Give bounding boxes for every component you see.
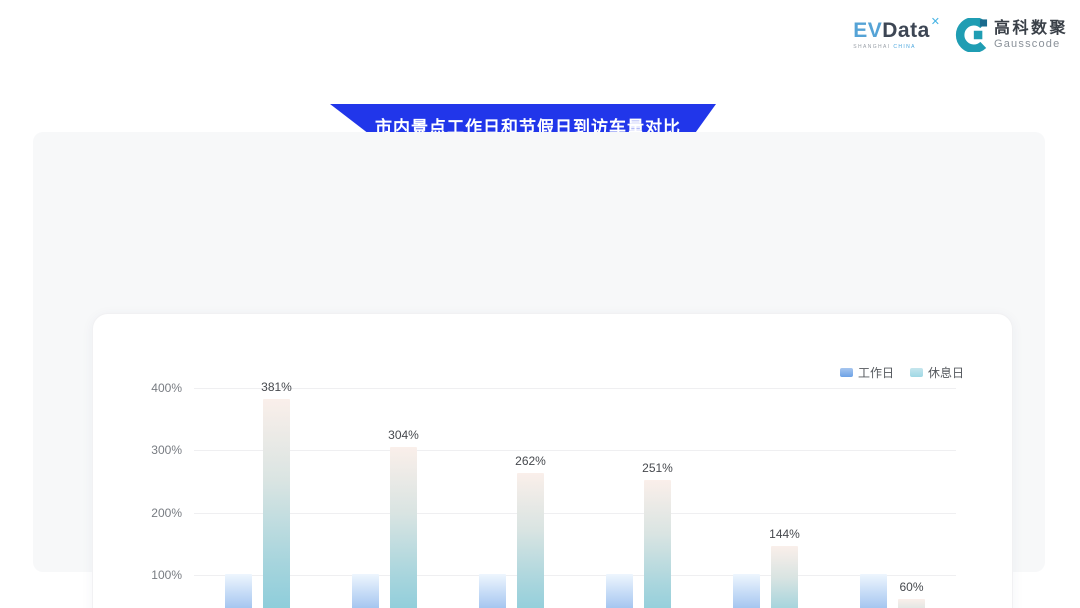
bar-restday [898, 599, 925, 608]
bar-value-label: 144% [769, 527, 800, 541]
bar-value-label: 251% [642, 461, 673, 475]
plot-area: 381%辰山植物园304%上海欢乐谷262%广富林251%上海野生动物园144%… [194, 388, 956, 608]
chart-card: 工作日 休息日 0%100%200%300%400% 381%辰山植物园304%… [92, 313, 1013, 608]
gridline [194, 513, 956, 514]
gausscode-cn-text: 高科数聚 [994, 20, 1068, 38]
evdata-x-icon: ✕ [931, 17, 940, 28]
y-tick-label: 100% [118, 568, 182, 582]
bar-workday [225, 574, 252, 608]
legend-item-restday[interactable]: 休息日 [910, 364, 964, 381]
chart-legend: 工作日 休息日 [840, 364, 964, 381]
bar-restday [771, 546, 798, 608]
header-logos: EV Data ✕ SHANGHAI CHINA 高科数聚 Gausscode [853, 18, 1068, 52]
legend-swatch-workday [840, 368, 853, 377]
evdata-data-text: Data [882, 20, 930, 41]
bar-restday [517, 473, 544, 608]
y-axis: 0%100%200%300%400% [118, 388, 182, 608]
gausscode-g-icon [954, 18, 988, 52]
y-tick-label: 200% [118, 506, 182, 520]
evdata-subtext-right: CHINA [893, 44, 916, 50]
bar-workday [860, 574, 887, 608]
evdata-wordmark: EV Data ✕ [853, 20, 940, 41]
bar-value-label: 304% [388, 428, 419, 442]
gridline [194, 575, 956, 576]
bar-workday [479, 574, 506, 608]
bar-workday [606, 574, 633, 608]
bar-value-label: 381% [261, 380, 292, 394]
evdata-logo: EV Data ✕ SHANGHAI CHINA [853, 20, 940, 50]
legend-swatch-restday [910, 368, 923, 377]
bar-value-label: 60% [899, 580, 923, 594]
chart-panel: 工作日 休息日 0%100%200%300%400% 381%辰山植物园304%… [33, 132, 1045, 572]
evdata-subtext: SHANGHAI CHINA [853, 44, 916, 50]
y-tick-label: 300% [118, 443, 182, 457]
page: EV Data ✕ SHANGHAI CHINA 高科数聚 Gausscode … [0, 0, 1080, 608]
bar-value-label: 262% [515, 454, 546, 468]
evdata-subtext-left: SHANGHAI [853, 44, 890, 50]
gausscode-text: 高科数聚 Gausscode [994, 20, 1068, 50]
bar-restday [644, 480, 671, 608]
gridline [194, 450, 956, 451]
legend-item-workday[interactable]: 工作日 [840, 364, 894, 381]
evdata-ev-text: EV [853, 20, 882, 41]
y-tick-label: 400% [118, 381, 182, 395]
bar-workday [352, 574, 379, 608]
legend-label-workday: 工作日 [858, 364, 894, 381]
gridline [194, 388, 956, 389]
gausscode-en-text: Gausscode [994, 38, 1068, 50]
bar-restday [390, 447, 417, 608]
gausscode-logo: 高科数聚 Gausscode [954, 18, 1068, 52]
legend-label-restday: 休息日 [928, 364, 964, 381]
bar-restday [263, 399, 290, 608]
bar-workday [733, 574, 760, 608]
